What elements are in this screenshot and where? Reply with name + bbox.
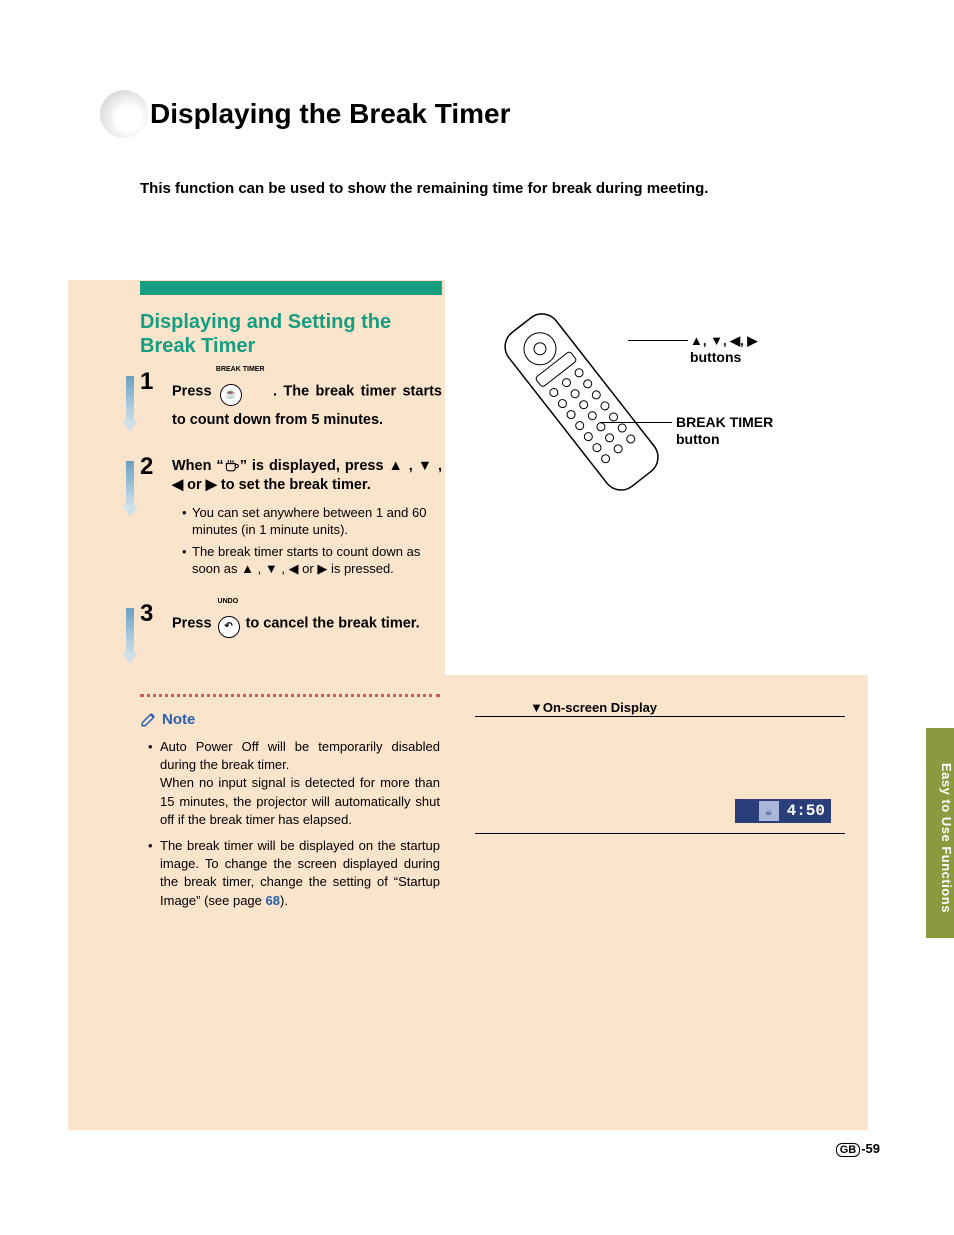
break-timer-button-callout: BREAK TIMER button xyxy=(676,414,773,448)
down-triangle-icon: ▼ xyxy=(530,700,543,715)
note-item: The break timer will be displayed on the… xyxy=(148,837,440,910)
page-title: Displaying the Break Timer xyxy=(150,98,511,130)
steps-list: 1 Press BREAK TIMER . The break timer st… xyxy=(140,372,442,669)
osd-heading-text: On-screen Display xyxy=(543,700,657,715)
title-sphere-decoration xyxy=(100,90,148,138)
osd-screenshot-frame: ☕ 4:50 xyxy=(475,716,845,834)
page-number: GB-59 xyxy=(836,1141,880,1157)
step-text: Press xyxy=(172,383,218,399)
step-flow-arrow-icon xyxy=(124,608,136,664)
osd-timer-display: ☕ 4:50 xyxy=(735,799,831,823)
step-body: Press UNDO to cancel the break timer. xyxy=(172,604,442,643)
callout-line xyxy=(600,422,672,423)
step-body: When “” is displayed, press ▲ , ▼ , ◀ or… xyxy=(172,457,442,496)
remote-control-icon xyxy=(480,300,680,500)
note-label: Note xyxy=(162,711,195,728)
dotted-divider xyxy=(140,694,440,697)
note-pencil-icon xyxy=(140,710,158,728)
callout-line xyxy=(628,340,688,341)
remote-control-figure: ▲, ▼, ◀, ▶ buttons BREAK TIMER button xyxy=(480,300,850,500)
section-heading: Displaying and Setting the Break Timer xyxy=(140,310,440,358)
step-text: to cancel the break timer. xyxy=(246,615,420,631)
page-number-value: -59 xyxy=(861,1141,880,1156)
button-caption: UNDO xyxy=(218,598,239,605)
step-number: 3 xyxy=(140,600,153,628)
step-number: 1 xyxy=(140,368,153,396)
note-text: ). xyxy=(280,893,288,908)
callout-text: buttons xyxy=(690,349,741,365)
note-item: Auto Power Off will be temporarily disab… xyxy=(148,738,440,829)
note-text: Auto Power Off will be temporarily disab… xyxy=(160,739,440,827)
section-accent-bar xyxy=(140,281,442,295)
step-1: 1 Press BREAK TIMER . The break timer st… xyxy=(140,372,442,431)
step-number: 2 xyxy=(140,453,153,481)
step-flow-arrow-icon xyxy=(124,461,136,561)
callout-text: button xyxy=(676,431,720,447)
arrow-buttons-callout: ▲, ▼, ◀, ▶ buttons xyxy=(690,332,757,366)
callout-symbols: ▲, ▼, ◀, ▶ xyxy=(690,333,757,348)
coffee-cup-icon xyxy=(224,459,240,473)
step-text: to set the break timer. xyxy=(221,477,371,493)
region-code: GB xyxy=(836,1143,861,1157)
step-3: 3 Press UNDO to cancel the break timer. xyxy=(140,604,442,643)
intro-text: This function can be used to show the re… xyxy=(140,180,840,197)
page-reference-link[interactable]: 68 xyxy=(266,893,280,908)
title-row: Displaying the Break Timer xyxy=(100,90,511,138)
step-bullet-list: You can set anywhere between 1 and 60 mi… xyxy=(172,504,442,578)
button-caption: BREAK TIMER xyxy=(216,366,265,373)
step-bullet: The break timer starts to count down as … xyxy=(182,543,442,578)
step-flow-arrow-icon xyxy=(124,376,136,432)
step-text: Press xyxy=(172,615,216,631)
note-list: Auto Power Off will be temporarily disab… xyxy=(148,738,440,918)
step-text: ” is displayed, press xyxy=(240,458,389,474)
step-text: When “ xyxy=(172,458,224,474)
section-side-tab: Easy to Use Functions xyxy=(926,728,954,938)
callout-text: BREAK TIMER xyxy=(676,414,773,430)
break-timer-button-icon xyxy=(220,384,242,406)
coffee-cup-icon: ☕ xyxy=(759,801,779,821)
step-2: 2 When “” is displayed, press ▲ , ▼ , ◀ … xyxy=(140,457,442,578)
osd-heading: ▼On-screen Display xyxy=(530,700,657,715)
osd-timer-value: 4:50 xyxy=(787,802,825,820)
step-body: Press BREAK TIMER . The break timer star… xyxy=(172,372,442,431)
step-bullet: You can set anywhere between 1 and 60 mi… xyxy=(182,504,442,539)
note-heading: Note xyxy=(140,710,195,728)
undo-button-icon xyxy=(218,616,240,638)
note-text: The break timer will be displayed on the… xyxy=(160,838,440,908)
